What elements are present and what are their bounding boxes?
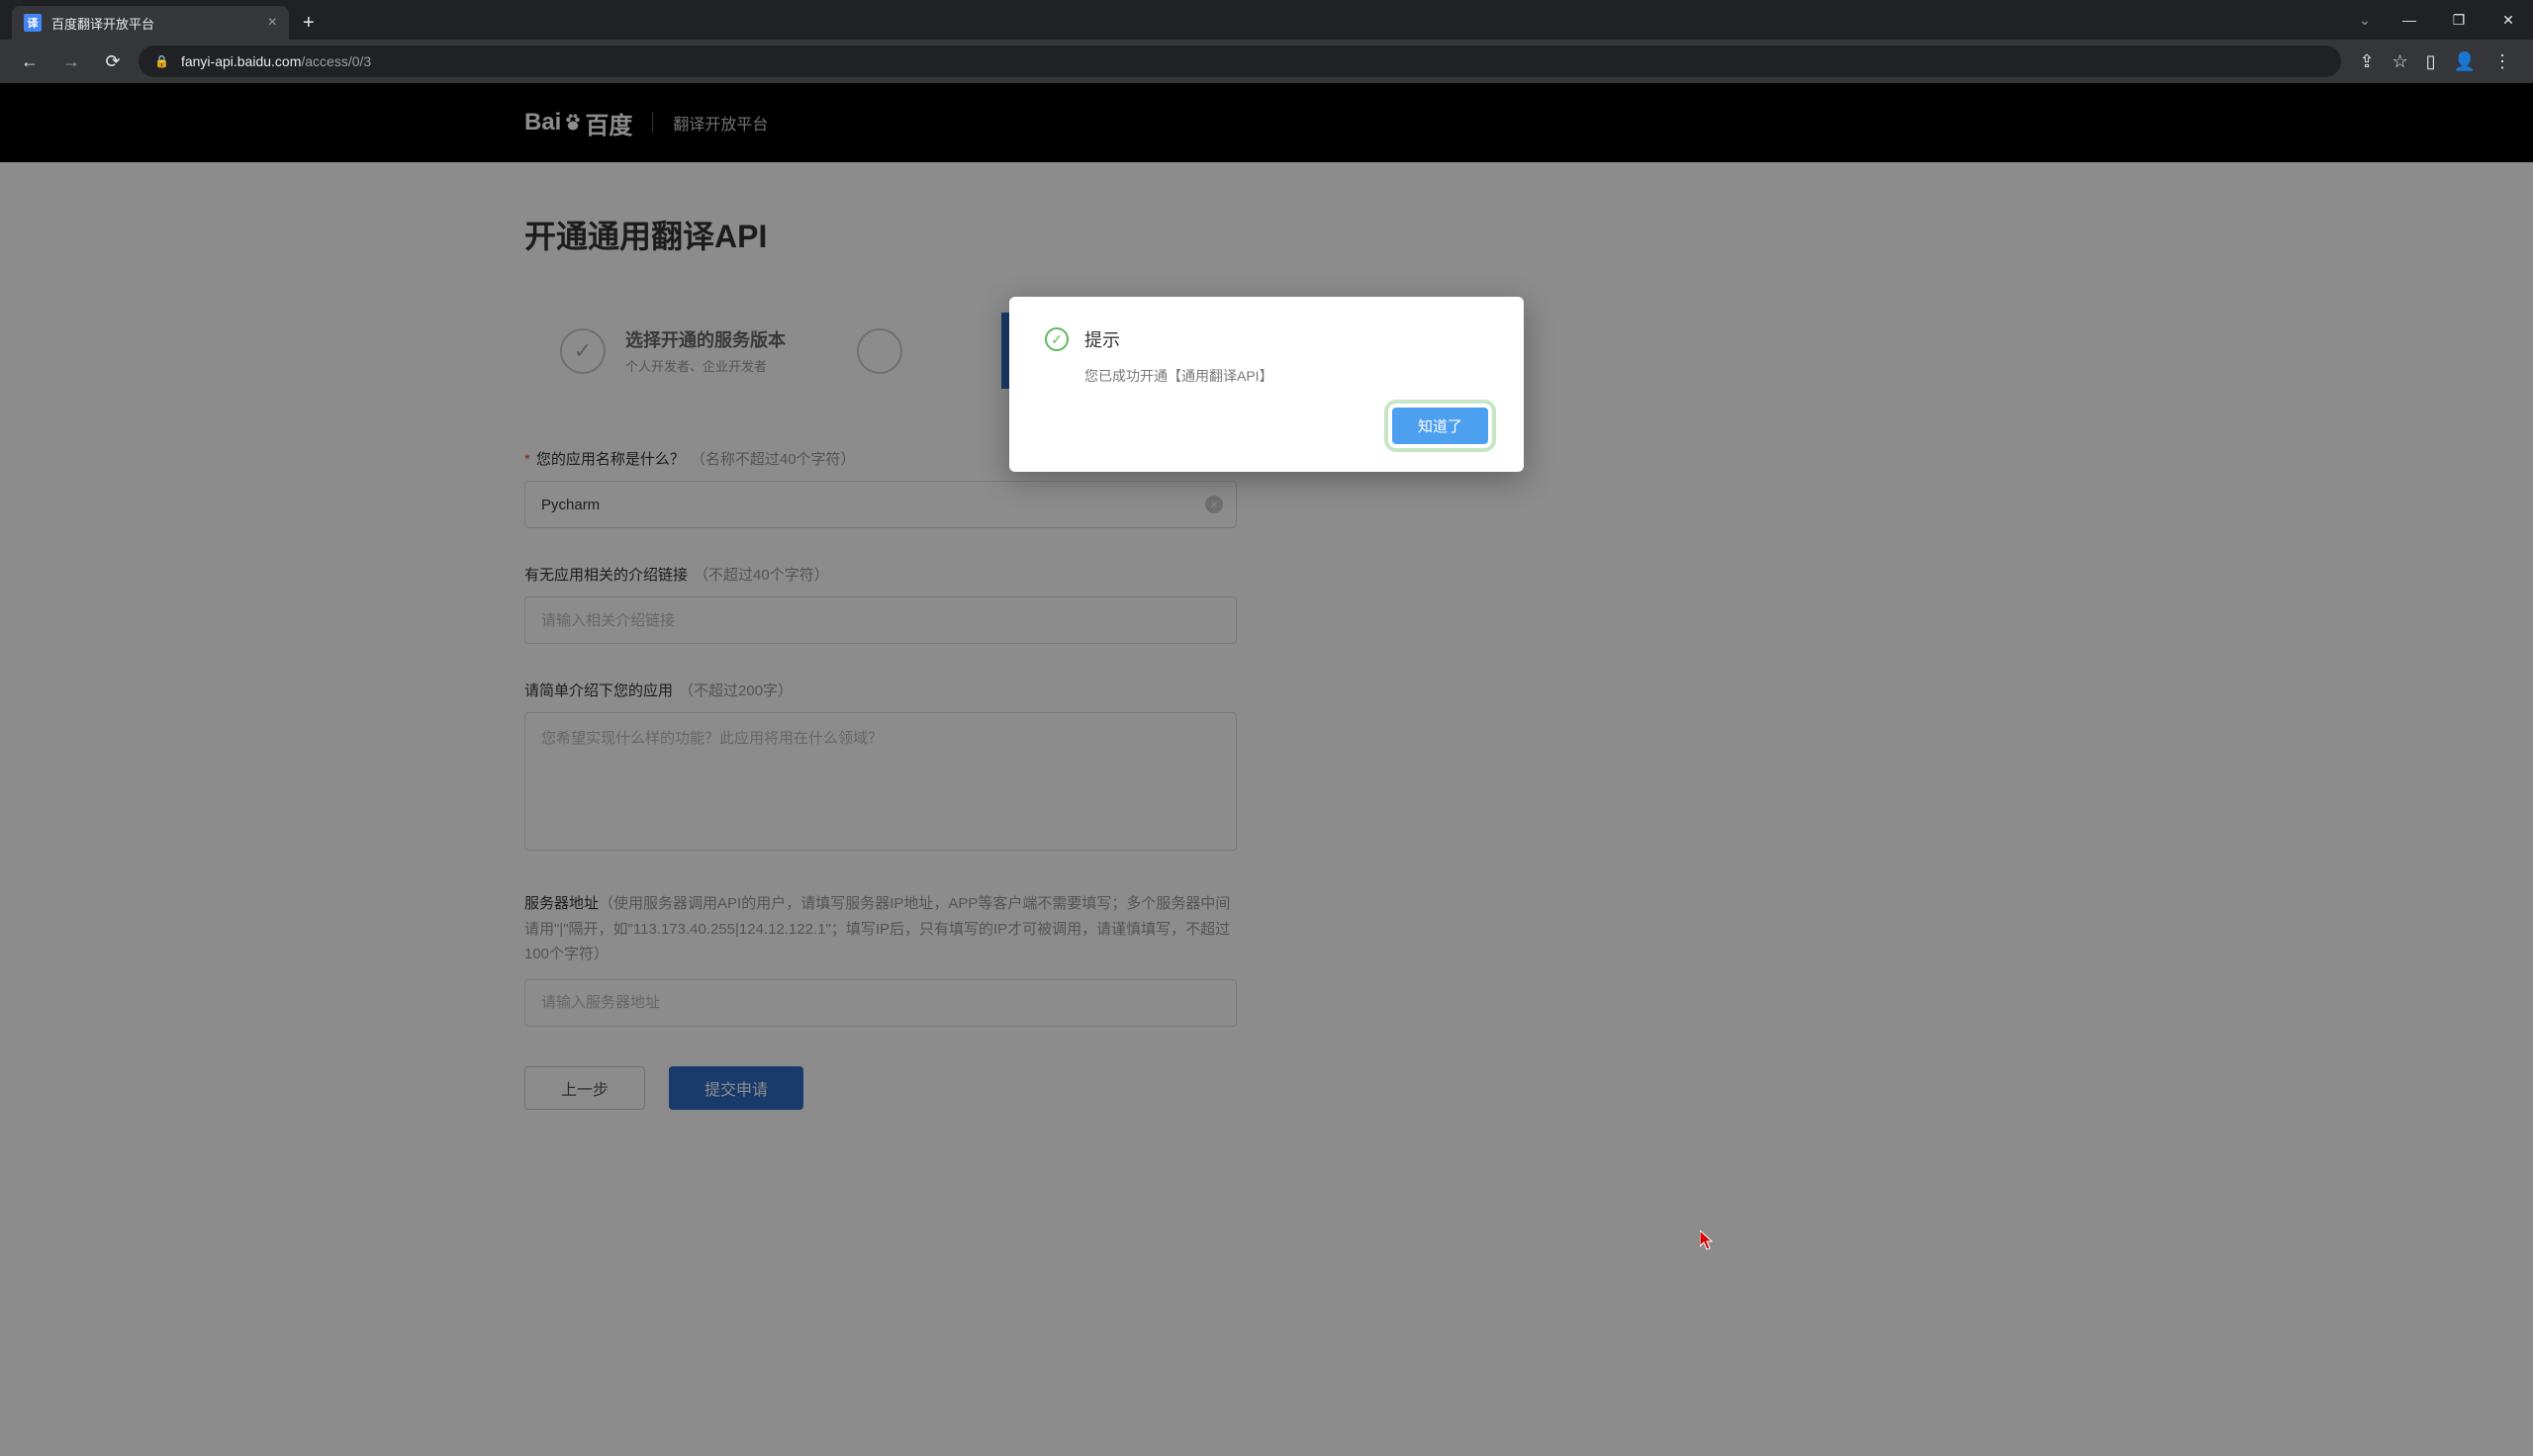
browser-tab-strip: 译 百度翻译开放平台 × + ⌄ — ❐ ✕	[0, 0, 2533, 40]
lock-icon: 🔒	[154, 54, 169, 68]
browser-tab[interactable]: 译 百度翻译开放平台 ×	[12, 6, 289, 40]
panel-icon[interactable]: ▯	[2426, 51, 2436, 72]
tabs-dropdown-icon[interactable]: ⌄	[2345, 12, 2385, 29]
window-close-button[interactable]: ✕	[2484, 0, 2533, 40]
tab-title: 百度翻译开放平台	[51, 14, 258, 33]
url-host: fanyi-api.baidu.com/access/0/3	[181, 53, 371, 69]
profile-icon[interactable]: 👤	[2454, 51, 2476, 72]
reload-button[interactable]: ⟳	[97, 46, 129, 77]
tab-close-icon[interactable]: ×	[268, 14, 277, 32]
address-bar: ← → ⟳ 🔒 fanyi-api.baidu.com/access/0/3 ⇪…	[0, 40, 2533, 83]
tab-favicon: 译	[24, 14, 42, 32]
modal-confirm-button[interactable]: 知道了	[1392, 408, 1488, 444]
success-modal: ✓ 提示 您已成功开通【通用翻译API】 知道了	[1009, 297, 1524, 472]
window-maximize-button[interactable]: ❐	[2434, 0, 2484, 40]
url-input[interactable]: 🔒 fanyi-api.baidu.com/access/0/3	[139, 46, 2341, 77]
modal-title: 提示	[1084, 326, 1120, 352]
success-check-icon: ✓	[1045, 327, 1069, 351]
menu-icon[interactable]: ⋮	[2493, 51, 2511, 72]
forward-button[interactable]: →	[55, 46, 87, 77]
window-minimize-button[interactable]: —	[2385, 0, 2434, 40]
new-tab-button[interactable]: +	[303, 12, 315, 35]
modal-message: 您已成功开通【通用翻译API】	[1084, 366, 1488, 386]
share-icon[interactable]: ⇪	[2359, 51, 2374, 72]
back-button[interactable]: ←	[14, 46, 46, 77]
bookmark-icon[interactable]: ☆	[2392, 51, 2408, 72]
modal-overlay[interactable]	[0, 83, 2533, 1456]
